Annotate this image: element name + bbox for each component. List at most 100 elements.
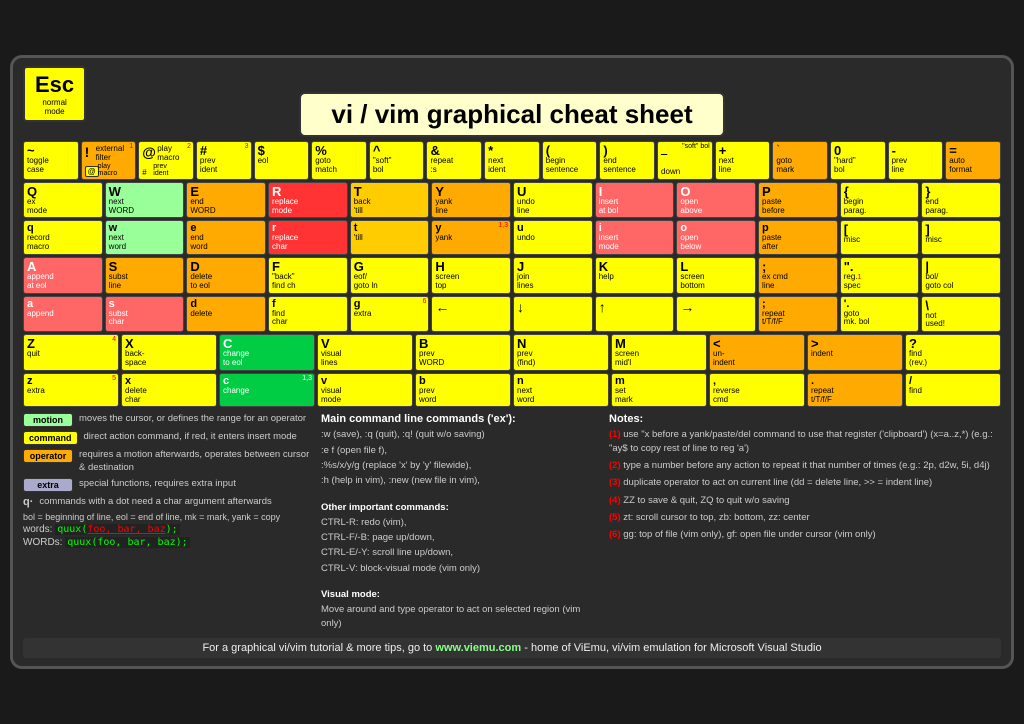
key-D-upper: Ddeleteto eol: [186, 257, 266, 294]
key-n-lower: nnextword: [513, 373, 609, 408]
key-d-lower: ddelete: [186, 296, 266, 333]
key-p-lower: ppasteafter: [758, 220, 838, 255]
key-f-lower: ffindchar: [268, 296, 348, 333]
key-minus: -prevline: [888, 141, 944, 180]
key-P-upper: Ppastebefore: [758, 182, 838, 219]
key-semicolon-lower: ;repeatt/T/f/F: [758, 296, 838, 333]
key-C-upper: Cchangeto eol: [219, 334, 315, 371]
zxcv-lower-row: zextra 5 xdeletechar cchange 1,3 vvisual…: [23, 373, 1001, 408]
key-x-lower: xdeletechar: [121, 373, 217, 408]
key-Q: Qexmode: [23, 182, 103, 219]
key-q-lower: qrecordmacro: [23, 220, 103, 255]
footer-text: For a graphical vi/vim tutorial & more t…: [202, 642, 435, 654]
extra-badge: extra: [23, 478, 73, 492]
key-H-upper: Hscreentop: [431, 257, 511, 294]
key-s-lower: ssubstchar: [105, 296, 185, 333]
key-L-upper: Lscreenbottom: [676, 257, 756, 294]
visual-mode-title: Visual mode:: [321, 588, 601, 601]
cmd-ctrlfb: CTRL-F/-B: page up/down,: [321, 531, 601, 544]
key-quote-upper: ".reg.1spec: [840, 257, 920, 294]
key-apos-lower: '.gotomk. bol: [840, 296, 920, 333]
note-1: (1) use "x before a yank/paste/del comma…: [609, 428, 1001, 455]
key-comma-lower: ,reversecmd: [709, 373, 805, 408]
motion-badge: motion: [23, 413, 73, 427]
version-info: version 1.1 April 1st, 06: [23, 66, 1001, 92]
bottom-section: motion moves the cursor, or defines the …: [23, 413, 1001, 632]
key-caret: ^"soft"bol: [369, 141, 425, 180]
page-title: vi / vim graphical cheat sheet: [331, 99, 692, 130]
key-num0: 0"hard"bol: [830, 141, 886, 180]
cmd-line-4: :h (help in vim), :new (new file in vim)…: [321, 474, 601, 487]
legend-section: motion moves the cursor, or defines the …: [23, 413, 313, 632]
cmd-ctrley: CTRL-E/-Y: scroll line up/down,: [321, 546, 601, 559]
other-cmds-title: Other important commands:: [321, 501, 601, 514]
notes-section: Notes: (1) use "x before a yank/paste/de…: [609, 413, 1001, 632]
key-A-upper: Aappendat eol: [23, 257, 103, 294]
key-g-lower: gextra 6: [350, 296, 430, 333]
note-6: (6) gg: top of file (vim only), gf: open…: [609, 528, 1001, 541]
dot-legend: q· commands with a dot need a char argum…: [23, 496, 313, 508]
visual-mode-desc: Move around and type operator to act on …: [321, 603, 601, 630]
key-bslash-upper: |bol/goto col: [921, 257, 1001, 294]
key-backtick: ` gotomark: [772, 141, 828, 180]
key-period-lower: .repeatt/T/f/F: [807, 373, 903, 408]
number-row: ~togglecase ! externalfilter @ playmacro…: [23, 141, 1001, 180]
key-K-upper: Khelp: [595, 257, 675, 294]
key-percent: %gotomatch: [311, 141, 367, 180]
key-b-lower: bprevword: [415, 373, 511, 408]
dot-symbol: q·: [23, 496, 33, 508]
words-line: words: quux(foo, bar, baz);: [23, 524, 313, 535]
qwerty-lower-row: qrecordmacro wnextword eendword rreplace…: [23, 220, 1001, 255]
footer-text2: - home of ViEmu, vi/vim emulation for Mi…: [524, 642, 821, 654]
footer-url: www.viemu.com: [435, 642, 521, 654]
key-t-lower: t'till: [350, 220, 430, 255]
key-m-lower: msetmark: [611, 373, 707, 408]
key-J-upper: Jjoinlines: [513, 257, 593, 294]
key-plus: +nextline: [715, 141, 771, 180]
key-question-upper: ?find(rev.): [905, 334, 1001, 371]
key-l-lower: →: [676, 296, 756, 333]
WORDS-line: WORDs: quux(foo, bar, baz);: [23, 537, 313, 548]
key-i-lower: iinsertmode: [595, 220, 675, 255]
note-3: (3) duplicate operator to act on current…: [609, 476, 1001, 489]
key-dollar: $eol: [254, 141, 310, 180]
key-R-upper: Rreplacemode: [268, 182, 348, 219]
operator-badge: operator: [23, 449, 73, 463]
key-star: *nextident: [484, 141, 540, 180]
zxcv-upper-row: Zquit 4 Xback-space Cchangeto eol Vvisua…: [23, 334, 1001, 371]
footer-bar: For a graphical vi/vim tutorial & more t…: [23, 638, 1001, 658]
key-amp: &repeat:s: [426, 141, 482, 180]
key-Z-upper: Zquit 4: [23, 334, 119, 371]
key-X-upper: Xback-space: [121, 334, 217, 371]
key-lparen: (beginsentence: [542, 141, 598, 180]
key-o-lower: oopenbelow: [676, 220, 756, 255]
key-rbracket: ]misc: [921, 220, 1001, 255]
note-5: (5) zt: scroll cursor to top, zb: bottom…: [609, 511, 1001, 524]
key-semicolon-upper: ;ex cmdline: [758, 257, 838, 294]
operator-legend: operator requires a motion afterwards, o…: [23, 449, 313, 474]
title-box: vi / vim graphical cheat sheet: [299, 92, 724, 137]
key-w-lower: wnextword: [105, 220, 185, 255]
key-T-upper: Tback'till: [350, 182, 430, 219]
key-slash-lower: /find: [905, 373, 1001, 408]
key-e-lower: eendword: [186, 220, 266, 255]
esc-key: Esc normalmode: [23, 66, 86, 122]
key-U-upper: Uundoline: [513, 182, 593, 219]
words-example: quux(foo, bar, baz);: [55, 524, 179, 535]
key-Y-upper: Yyankline: [431, 182, 511, 219]
qwerty-row: Qexmode WnextWORD EendWORD Rreplacemode …: [23, 182, 1001, 219]
key-N-upper: Nprev(find): [513, 334, 609, 371]
bol-line: bol = beginning of line, eol = end of li…: [23, 512, 313, 522]
cmd-line-2: :e f (open file f),: [321, 444, 601, 457]
key-v-lower: vvisualmode: [317, 373, 413, 408]
cmd-line-1: :w (save), :q (quit), :q! (quit w/o savi…: [321, 428, 601, 441]
key-equals: =autoformat: [945, 141, 1001, 180]
asdf-lower-row: aappend ssubstchar ddelete ffindchar gex…: [23, 296, 1001, 333]
key-underscore: _"soft" bol down: [657, 141, 713, 180]
main-container: version 1.1 April 1st, 06 Esc normalmode…: [10, 55, 1014, 669]
key-k-lower: ↑: [595, 296, 675, 333]
key-1: ! externalfilter @ playmacro 1: [81, 141, 137, 180]
cmd-ctrlv: CTRL-V: block-visual mode (vim only): [321, 562, 601, 575]
key-backslash-lower: \notused!: [921, 296, 1001, 333]
key-3: # prevident 3: [196, 141, 252, 180]
